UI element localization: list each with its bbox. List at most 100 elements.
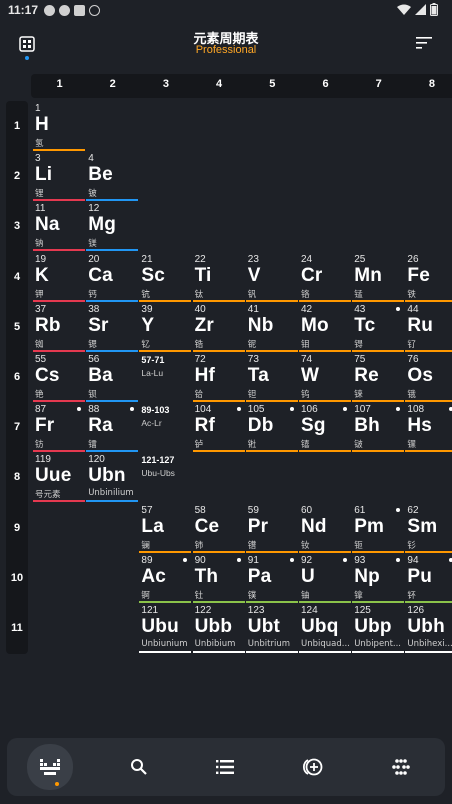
element-cell-ac[interactable]: 89 Ac 锕 bbox=[139, 554, 192, 604]
nav-add-compare-button[interactable] bbox=[291, 747, 335, 787]
element-cell-uue[interactable]: 119 Uue 号元素 bbox=[33, 453, 86, 503]
element-cell-ta[interactable]: 73 Ta 钽 bbox=[245, 353, 299, 403]
element-symbol: Fr bbox=[35, 415, 55, 437]
element-cell-ubu[interactable]: 121 Ubu Unbiunium bbox=[139, 604, 192, 654]
element-cell-rf[interactable]: 104 Rf 𬬻 bbox=[192, 403, 246, 453]
element-cell-pa[interactable]: 91 Pa 镤 bbox=[245, 554, 299, 604]
nav-list-button[interactable] bbox=[203, 747, 247, 787]
element-cell-ubp[interactable]: 125 Ubp Unbipent... bbox=[352, 604, 405, 654]
element-cell-th[interactable]: 90 Th 钍 bbox=[192, 554, 246, 604]
group-number[interactable]: 3 bbox=[139, 78, 192, 90]
nav-table-button[interactable] bbox=[27, 744, 73, 790]
sort-icon[interactable] bbox=[416, 36, 432, 50]
element-cell-h[interactable]: 1H氢 bbox=[33, 102, 86, 152]
element-cell-db[interactable]: 105 Db 𬭊 bbox=[245, 403, 299, 453]
element-cell-hs[interactable]: 108 Hs 𬭶 bbox=[405, 403, 452, 453]
element-cell-pu[interactable]: 94 Pu 钚 bbox=[405, 554, 452, 604]
element-cell-zr[interactable]: 40 Zr 锆 bbox=[192, 303, 246, 353]
element-cell-ubn[interactable]: 120 Ubn Unbinilium bbox=[86, 453, 139, 503]
element-cell-ubb[interactable]: 122 Ubb Unbibium bbox=[192, 604, 246, 654]
element-cell-rb[interactable]: 37 Rb 铷 bbox=[33, 303, 86, 353]
group-number[interactable]: 7 bbox=[352, 78, 405, 90]
element-cell-sr[interactable]: 38 Sr 锶 bbox=[86, 303, 139, 353]
element-cell-sm[interactable]: 62 Sm 钐 bbox=[405, 504, 452, 554]
element-cell-ce[interactable]: 58 Ce 铈 bbox=[192, 504, 246, 554]
period-number[interactable]: 4 bbox=[6, 271, 28, 283]
group-number[interactable]: 5 bbox=[246, 78, 299, 90]
series-range-cell[interactable]: 89-103 Ac-Lr bbox=[139, 403, 192, 453]
nav-search-button[interactable] bbox=[117, 747, 161, 787]
group-number[interactable]: 1 bbox=[33, 78, 86, 90]
period-number[interactable]: 10 bbox=[6, 572, 28, 584]
period-number[interactable]: 11 bbox=[6, 622, 28, 634]
element-cell-nb[interactable]: 41 Nb 铌 bbox=[245, 303, 299, 353]
element-cell-v[interactable]: 23 V 钒 bbox=[245, 253, 299, 303]
series-range-cell[interactable]: 57-71 La-Lu bbox=[139, 353, 192, 403]
element-cell-ba[interactable]: 56 Ba 钡 bbox=[86, 353, 139, 403]
element-cell-ca[interactable]: 20 Ca 钙 bbox=[86, 253, 139, 303]
element-cell-ru[interactable]: 44 Ru 钌 bbox=[405, 303, 452, 353]
element-cell-la[interactable]: 57 La 镧 bbox=[139, 504, 192, 554]
atomic-number: 90 bbox=[194, 554, 206, 566]
element-symbol: Ubu bbox=[141, 616, 179, 637]
element-name: 镭 bbox=[88, 440, 97, 451]
period-number[interactable]: 2 bbox=[6, 170, 28, 182]
group-number[interactable]: 8 bbox=[405, 78, 452, 90]
element-cell-hf[interactable]: 72 Hf 铪 bbox=[192, 353, 246, 403]
element-cell-ra[interactable]: 88 Ra 镭 bbox=[86, 403, 139, 453]
period-number[interactable]: 7 bbox=[6, 421, 28, 433]
element-cell-bh[interactable]: 107 Bh 𬭛 bbox=[352, 403, 405, 453]
period-number[interactable]: 3 bbox=[6, 220, 28, 232]
element-cell-cr[interactable]: 24 Cr 铬 bbox=[299, 253, 352, 303]
period-number[interactable]: 8 bbox=[6, 471, 28, 483]
element-cell-u[interactable]: 92 U 铀 bbox=[299, 554, 352, 604]
period-number[interactable]: 9 bbox=[6, 522, 28, 534]
element-cell-k[interactable]: 19 K 钾 bbox=[33, 253, 86, 303]
element-cell-w[interactable]: 74 W 钨 bbox=[299, 353, 352, 403]
element-cell-na[interactable]: 11 Na 钠 bbox=[33, 202, 86, 252]
element-cell-pr[interactable]: 59 Pr 镨 bbox=[245, 504, 299, 554]
element-cell-ubq[interactable]: 124 Ubq Unbiquad... bbox=[299, 604, 352, 654]
period-number[interactable]: 5 bbox=[6, 321, 28, 333]
element-name: 锝 bbox=[354, 339, 363, 350]
element-cell-mn[interactable]: 25 Mn 锰 bbox=[352, 253, 405, 303]
element-cell-fr[interactable]: 87 Fr 钫 bbox=[33, 403, 86, 453]
element-name: 铀 bbox=[301, 590, 310, 601]
period-number[interactable]: 1 bbox=[6, 120, 28, 132]
element-cell-sg[interactable]: 106 Sg 𬭳 bbox=[299, 403, 352, 453]
element-cell-sc[interactable]: 21 Sc 钪 bbox=[139, 253, 192, 303]
series-symbol-range: Ac-Lr bbox=[141, 418, 162, 429]
element-cell-tc[interactable]: 43 Tc 锝 bbox=[352, 303, 405, 353]
series-range-cell[interactable]: 121-127 Ubu-Ubs bbox=[139, 453, 192, 503]
element-cell-ti[interactable]: 22 Ti 钛 bbox=[192, 253, 246, 303]
group-number[interactable]: 4 bbox=[193, 78, 246, 90]
nav-more-button[interactable] bbox=[379, 747, 423, 787]
atomic-number: 62 bbox=[407, 504, 419, 516]
element-name: 铬 bbox=[301, 289, 310, 300]
element-cell-ubh[interactable]: 126 Ubh Unbihexi... bbox=[405, 604, 452, 654]
element-symbol: Fe bbox=[407, 264, 430, 286]
element-cell-os[interactable]: 76 Os 锇 bbox=[405, 353, 452, 403]
element-cell-np[interactable]: 93 Np 镎 bbox=[352, 554, 405, 604]
element-cell-fe[interactable]: 26 Fe 铁 bbox=[405, 253, 452, 303]
element-cell-pm[interactable]: 61 Pm 钷 bbox=[352, 504, 405, 554]
element-name: 钡 bbox=[88, 390, 97, 400]
series-number-range: 89-103 bbox=[141, 405, 170, 416]
element-name: 锇 bbox=[407, 390, 416, 400]
group-number[interactable]: 2 bbox=[86, 78, 139, 90]
element-symbol: Nb bbox=[247, 314, 274, 336]
element-cell-mo[interactable]: 42 Mo 钼 bbox=[299, 303, 352, 353]
element-cell-li[interactable]: 3 Li 锂 bbox=[33, 152, 86, 202]
element-cell-be[interactable]: 4 Be 铍 bbox=[86, 152, 139, 202]
element-cell-nd[interactable]: 60 Nd 钕 bbox=[299, 504, 352, 554]
atomic-number: 3 bbox=[35, 153, 41, 165]
element-cell-ubt[interactable]: 123 Ubt Unbitrium bbox=[245, 604, 299, 654]
category-bar bbox=[192, 450, 245, 453]
element-cell-mg[interactable]: 12 Mg 镁 bbox=[86, 202, 139, 252]
group-number[interactable]: 6 bbox=[299, 78, 352, 90]
period-number[interactable]: 6 bbox=[6, 371, 28, 383]
element-cell-cs[interactable]: 55 Cs 铯 bbox=[33, 353, 86, 403]
element-cell-y[interactable]: 39 Y 钇 bbox=[139, 303, 192, 353]
element-cell-re[interactable]: 75 Re 铼 bbox=[352, 353, 405, 403]
atomic-number: 89 bbox=[141, 554, 153, 566]
